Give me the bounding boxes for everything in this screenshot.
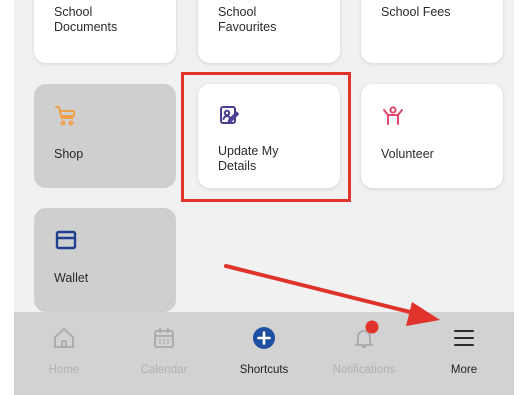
card-label: School Documents — [54, 5, 118, 34]
highlight-box — [181, 72, 351, 202]
card-shop[interactable]: Shop — [34, 84, 176, 188]
wallet-icon — [55, 230, 77, 250]
calendar-icon — [154, 328, 174, 348]
nav-shortcuts[interactable]: Shortcuts — [214, 312, 314, 395]
menu-icon — [454, 330, 474, 346]
cart-icon — [55, 106, 75, 126]
card-label: Volunteer — [381, 147, 434, 161]
card-school-documents[interactable]: School Documents — [34, 0, 176, 63]
card-school-favourites[interactable]: School Favourites — [198, 0, 340, 63]
card-wallet[interactable]: Wallet — [34, 208, 176, 312]
card-label: Shop — [54, 147, 84, 161]
card-label: School Fees — [381, 5, 451, 19]
nav-label: Home — [48, 364, 80, 376]
card-label: School Favourites — [218, 5, 277, 34]
volunteer-icon — [383, 106, 403, 125]
nav-notifications[interactable]: Notifications — [314, 312, 414, 395]
nav-label: Calendar — [140, 364, 188, 376]
home-icon — [54, 328, 74, 348]
nav-home[interactable]: Home — [14, 312, 114, 395]
nav-label: Notifications — [332, 364, 396, 376]
card-school-fees[interactable]: School Fees — [361, 0, 503, 63]
bottom-navigation: Home Calendar Shortcuts Notifications Mo… — [14, 312, 514, 395]
nav-label: Shortcuts — [239, 364, 289, 376]
card-label: Wallet — [54, 271, 89, 285]
nav-label: More — [450, 364, 478, 376]
nav-calendar[interactable]: Calendar — [114, 312, 214, 395]
notification-dot-icon — [365, 320, 379, 334]
nav-more[interactable]: More — [414, 312, 514, 395]
plus-circle-icon — [253, 327, 275, 349]
card-volunteer[interactable]: Volunteer — [361, 84, 503, 188]
